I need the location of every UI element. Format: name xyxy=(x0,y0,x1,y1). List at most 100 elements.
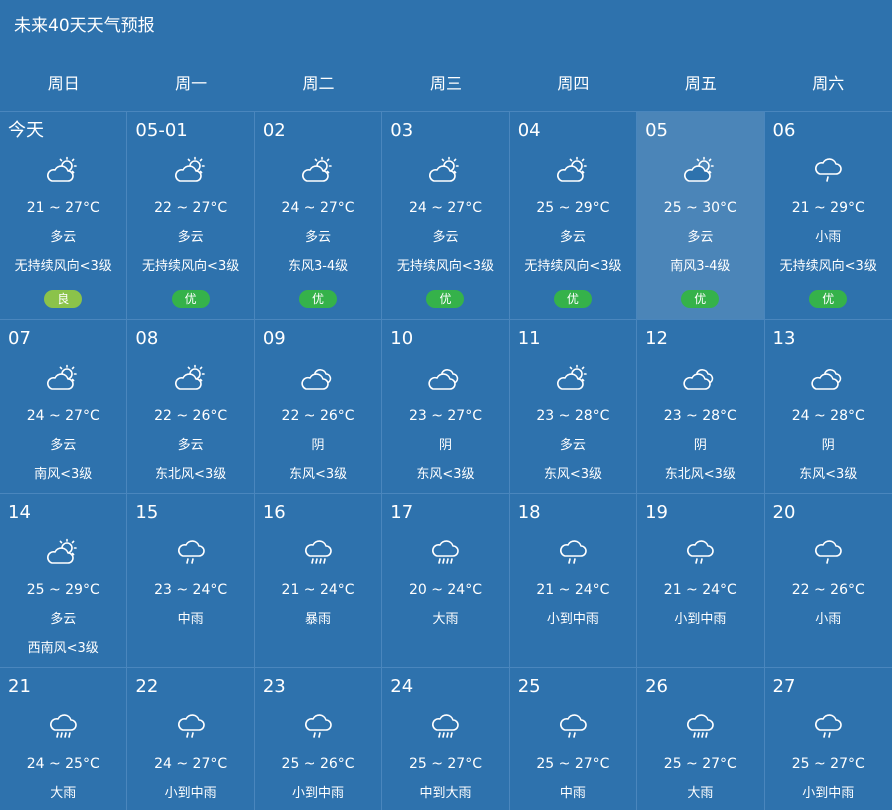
heavy-rain-icon xyxy=(428,712,462,740)
day-date: 22 xyxy=(135,676,159,697)
forecast-row: 07 24 ~ 27°C 多云 南风<3级 08 22 ~ 26°C 多云 东北风<3级 09 2… xyxy=(0,320,892,494)
day-cell[interactable]: 10 23 ~ 27°C 阴东风<3级 xyxy=(382,320,510,493)
day-date: 03 xyxy=(390,120,414,141)
day-temperature: 21 ~ 27°C xyxy=(26,200,100,216)
partly-cloudy-icon xyxy=(556,364,590,392)
day-cell[interactable]: 02 24 ~ 27°C 多云 东风3-4级优 xyxy=(255,112,383,319)
day-cell[interactable]: 25 25 ~ 27°C 中雨 xyxy=(510,668,638,810)
day-cell[interactable]: 今天 21 ~ 27°C 多云 无持续风向<3级良 xyxy=(0,112,128,319)
day-wind: 无持续风向<3级 xyxy=(524,259,622,274)
day-date: 27 xyxy=(772,676,796,697)
overcast-icon xyxy=(811,364,845,392)
day-condition: 小到中雨 xyxy=(164,786,217,801)
day-cell[interactable]: 03 24 ~ 27°C 多云 无持续风向<3级优 xyxy=(382,112,510,319)
day-date: 17 xyxy=(390,502,414,523)
moderate-rain-icon xyxy=(174,712,208,740)
day-temperature: 25 ~ 27°C xyxy=(408,756,482,772)
day-condition: 阴 xyxy=(693,438,707,453)
day-wind: 东风<3级 xyxy=(416,467,475,482)
day-cell[interactable]: 23 25 ~ 26°C 小到中雨 xyxy=(255,668,383,810)
day-wind: 无持续风向<3级 xyxy=(779,259,877,274)
day-temperature: 22 ~ 27°C xyxy=(154,200,228,216)
day-condition: 暴雨 xyxy=(305,612,332,627)
day-condition: 多云 xyxy=(50,230,77,245)
day-temperature: 24 ~ 27°C xyxy=(154,756,228,772)
day-cell[interactable]: 15 23 ~ 24°C 中雨 xyxy=(127,494,255,667)
day-cell[interactable]: 08 22 ~ 26°C 多云 东北风<3级 xyxy=(127,320,255,493)
day-date: 16 xyxy=(262,502,286,523)
day-cell[interactable]: 24 25 ~ 27°C 中到大雨 xyxy=(382,668,510,810)
aqi-badge: 优 xyxy=(299,290,338,308)
forecast-row: 今天 21 ~ 27°C 多云 无持续风向<3级良 05-01 22 ~ 27°C 多云 无持… xyxy=(0,112,892,320)
day-condition: 小到中雨 xyxy=(674,612,727,627)
day-cell[interactable]: 12 23 ~ 28°C 阴东北风<3级 xyxy=(637,320,765,493)
day-cell[interactable]: 04 25 ~ 29°C 多云 无持续风向<3级优 xyxy=(510,112,638,319)
day-cell[interactable]: 19 21 ~ 24°C 小到中雨 xyxy=(637,494,765,667)
forecast-row: 14 25 ~ 29°C 多云 西南风<3级 15 23 ~ 24°C 中雨 16 21 ~ 2… xyxy=(0,494,892,668)
partly-cloudy-icon xyxy=(46,538,80,566)
moderate-rain-icon xyxy=(174,538,208,566)
partly-cloudy-icon xyxy=(174,156,208,184)
day-condition: 多云 xyxy=(177,230,204,245)
partly-cloudy-icon xyxy=(301,156,335,184)
heavy-rain-icon xyxy=(301,538,335,566)
day-date: 19 xyxy=(645,502,669,523)
day-temperature: 24 ~ 27°C xyxy=(26,408,100,424)
day-wind: 无持续风向<3级 xyxy=(396,259,495,274)
day-condition: 大雨 xyxy=(432,612,459,627)
day-cell[interactable]: 17 20 ~ 24°C 大雨 xyxy=(382,494,510,667)
day-temperature: 25 ~ 30°C xyxy=(663,200,737,216)
day-cell[interactable]: 27 25 ~ 27°C 小到中雨 xyxy=(765,668,892,810)
day-cell[interactable]: 18 21 ~ 24°C 小到中雨 xyxy=(510,494,638,667)
aqi-badge: 优 xyxy=(681,290,720,308)
aqi-badge: 优 xyxy=(171,290,210,308)
day-condition: 小雨 xyxy=(815,230,842,245)
day-date: 09 xyxy=(262,328,286,349)
day-cell[interactable]: 21 24 ~ 25°C 大雨 xyxy=(0,668,128,810)
day-date: 21 xyxy=(8,676,31,697)
day-date: 13 xyxy=(772,328,796,349)
day-condition: 小到中雨 xyxy=(292,786,345,801)
day-wind: 南风3-4级 xyxy=(670,259,731,274)
day-cell[interactable]: 16 21 ~ 24°C 暴雨 xyxy=(255,494,383,667)
day-condition: 多云 xyxy=(177,438,204,453)
forecast-grid: 今天 21 ~ 27°C 多云 无持续风向<3级良 05-01 22 ~ 27°C 多云 无持… xyxy=(0,112,892,810)
day-wind: 无持续风向<3级 xyxy=(142,259,240,274)
day-temperature: 25 ~ 29°C xyxy=(26,582,100,598)
day-cell[interactable]: 06 21 ~ 29°C 小雨 无持续风向<3级优 xyxy=(765,112,892,319)
day-cell[interactable]: 05-01 22 ~ 27°C 多云 无持续风向<3级优 xyxy=(127,112,255,319)
day-cell[interactable]: 26 25 ~ 27°C 大雨 xyxy=(637,668,765,810)
light-rain-icon xyxy=(811,538,845,566)
partly-cloudy-icon xyxy=(428,156,462,184)
day-cell[interactable]: 05 25 ~ 30°C 多云 南风3-4级优 xyxy=(637,112,765,319)
day-date: 10 xyxy=(390,328,414,349)
day-cell[interactable]: 22 24 ~ 27°C 小到中雨 xyxy=(127,668,255,810)
day-wind: 东风<3级 xyxy=(799,467,858,482)
day-cell[interactable]: 07 24 ~ 27°C 多云 南风<3级 xyxy=(0,320,128,493)
day-date: 06 xyxy=(772,120,796,141)
day-wind: 东北风<3级 xyxy=(664,467,736,482)
day-date: 12 xyxy=(645,328,669,349)
day-temperature: 21 ~ 24°C xyxy=(536,582,610,598)
day-condition: 多云 xyxy=(559,438,586,453)
day-date: 24 xyxy=(390,676,414,697)
heavy-rain-icon xyxy=(683,712,717,740)
partly-cloudy-icon xyxy=(683,156,717,184)
aqi-badge: 优 xyxy=(553,290,592,308)
day-cell[interactable]: 13 24 ~ 28°C 阴东风<3级 xyxy=(765,320,892,493)
weekday-sat: 周六 xyxy=(812,74,845,93)
day-wind: 南风<3级 xyxy=(34,467,93,482)
forecast-row: 21 24 ~ 25°C 大雨 22 24 ~ 27°C 小到中雨 23 25 ~ 26°C 小… xyxy=(0,668,892,810)
day-cell[interactable]: 09 22 ~ 26°C 阴东风<3级 xyxy=(255,320,383,493)
partly-cloudy-icon xyxy=(46,364,80,392)
weekday-thu: 周四 xyxy=(557,74,590,93)
day-temperature: 25 ~ 26°C xyxy=(281,756,355,772)
day-condition: 多云 xyxy=(305,230,332,245)
day-temperature: 21 ~ 29°C xyxy=(791,200,865,216)
day-wind: 东北风<3级 xyxy=(155,467,227,482)
day-cell[interactable]: 11 23 ~ 28°C 多云 东风<3级 xyxy=(510,320,638,493)
day-cell[interactable]: 20 22 ~ 26°C 小雨 xyxy=(765,494,892,667)
day-cell[interactable]: 14 25 ~ 29°C 多云 西南风<3级 xyxy=(0,494,128,667)
light-rain-icon xyxy=(811,156,845,184)
day-date: 25 xyxy=(517,676,541,697)
